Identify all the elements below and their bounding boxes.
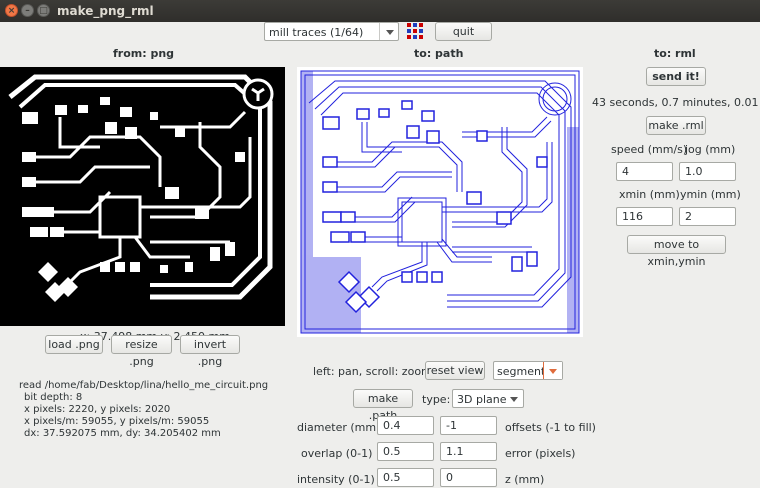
send-button[interactable]: send it!: [646, 67, 706, 86]
pan-zoom-hint: left: pan, scroll: zoom: [313, 365, 432, 378]
app-logo-icon: [407, 23, 423, 39]
load-png-button[interactable]: load .png: [45, 335, 103, 354]
chevron-down-icon: [386, 30, 394, 35]
jog-input[interactable]: [679, 162, 736, 181]
resize-png-button[interactable]: resize .png: [111, 335, 172, 368]
pcb-image[interactable]: [0, 67, 285, 326]
error-label: error (pixels): [505, 447, 576, 460]
minimize-window-button[interactable]: –: [21, 4, 34, 17]
speed-label: speed (mm/s): [611, 143, 688, 156]
intensity-input[interactable]: [377, 468, 434, 487]
diameter-label: diameter (mm): [297, 421, 381, 434]
combo-divider: [379, 23, 380, 40]
png-file-info: read /home/fab/Desktop/lina/hello_me_cir…: [19, 380, 268, 440]
intensity-label: intensity (0-1): [297, 473, 375, 486]
type-label: type:: [422, 393, 451, 406]
z-input[interactable]: [440, 468, 497, 487]
bit-depth-text: bit depth: 8: [24, 392, 83, 403]
error-input[interactable]: [440, 442, 497, 461]
speed-input[interactable]: [616, 162, 673, 181]
time-estimate: 43 seconds, 0.7 minutes, 0.01 hours: [592, 96, 760, 109]
type-select[interactable]: 3D plane: [452, 389, 524, 408]
offsets-input[interactable]: [440, 416, 497, 435]
png-panel-heading: from: png: [113, 47, 175, 60]
maximize-window-button[interactable]: □: [37, 4, 50, 17]
chevron-down-icon: [549, 369, 557, 374]
z-label: z (mm): [505, 473, 545, 486]
path-panel-heading: to: path: [414, 47, 464, 60]
dimensions-text: dx: 37.592075 mm, dy: 34.205402 mm: [24, 428, 221, 439]
pixel-count-text: x pixels: 2220, y pixels: 2020: [24, 404, 171, 415]
ymin-label: ymin (mm): [680, 188, 741, 201]
overlap-input[interactable]: [377, 442, 434, 461]
make-rml-button[interactable]: make .rml: [646, 116, 706, 135]
mode-select[interactable]: mill traces (1/64): [264, 22, 399, 41]
pixel-density-text: x pixels/m: 59055, y pixels/m: 59055: [24, 416, 210, 427]
window-title: make_png_rml: [57, 4, 154, 18]
jog-label: jog (mm): [685, 143, 736, 156]
make-path-button[interactable]: make .path: [353, 389, 413, 422]
title-bar: × – □ make_png_rml: [0, 0, 760, 22]
type-select-value: 3D plane: [457, 393, 507, 406]
rml-panel-heading: to: rml: [654, 47, 696, 60]
mode-select-value: mill traces (1/64): [269, 26, 364, 39]
chevron-down-icon: [510, 397, 518, 402]
ymin-input[interactable]: [679, 207, 736, 226]
toolpath-preview[interactable]: [297, 67, 583, 337]
file-path-text: read /home/fab/Desktop/lina/hello_me_cir…: [19, 380, 269, 391]
move-to-origin-button[interactable]: move to xmin,ymin: [627, 235, 726, 268]
xmin-input[interactable]: [616, 207, 673, 226]
quit-button[interactable]: quit: [435, 22, 492, 41]
diameter-input[interactable]: [377, 416, 434, 435]
reset-view-button[interactable]: reset view: [425, 361, 485, 380]
view-select[interactable]: segments: [493, 361, 563, 380]
xmin-label: xmin (mm): [619, 188, 680, 201]
close-window-button[interactable]: ×: [5, 4, 18, 17]
invert-png-button[interactable]: invert .png: [180, 335, 240, 368]
overlap-label: overlap (0-1): [301, 447, 373, 460]
offsets-label: offsets (-1 to fill): [505, 421, 596, 434]
